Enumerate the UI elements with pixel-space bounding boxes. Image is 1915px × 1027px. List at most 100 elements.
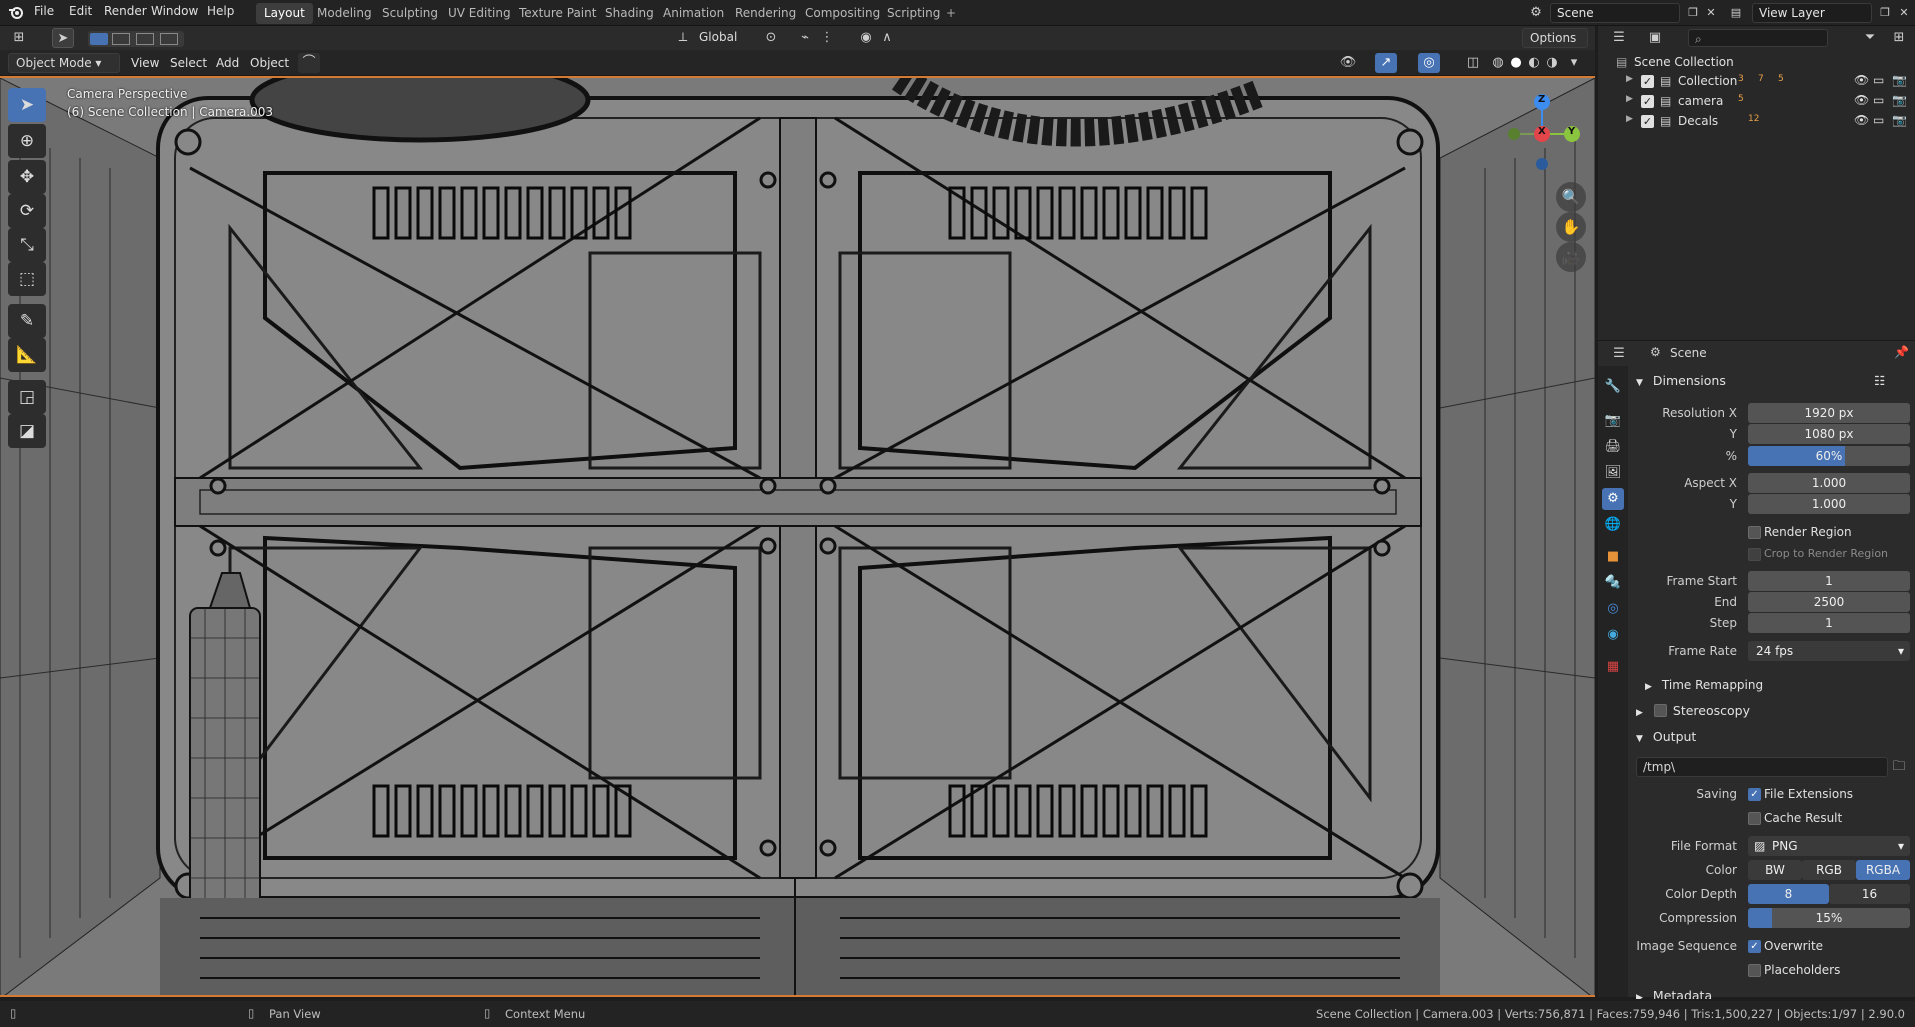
expand-icon[interactable]: ▶ bbox=[1626, 74, 1633, 84]
tab-uv-editing[interactable]: UV Editing bbox=[440, 3, 519, 24]
render-region-checkbox[interactable] bbox=[1748, 526, 1761, 539]
camera-view-icon[interactable]: 🎥 bbox=[1556, 242, 1586, 272]
frame-start-field[interactable]: 1 bbox=[1748, 571, 1910, 591]
menu-add[interactable]: Add bbox=[216, 56, 239, 70]
file-extensions-checkbox[interactable]: ✓ bbox=[1748, 788, 1761, 801]
camera-icon[interactable]: 📷 bbox=[1892, 113, 1907, 127]
outliner-search-input[interactable]: ⌕ bbox=[1688, 29, 1828, 47]
color-bw-button[interactable]: BW bbox=[1748, 860, 1802, 880]
gizmo-toggle-icon[interactable]: ↗ bbox=[1375, 53, 1397, 73]
resolution-y-field[interactable]: 1080 px bbox=[1748, 424, 1910, 444]
transform-orientation-icon[interactable]: ⟂ bbox=[672, 28, 694, 48]
tab-texture-paint[interactable]: Texture Paint bbox=[511, 3, 604, 24]
menu-render[interactable]: Render bbox=[104, 4, 147, 18]
monitor-icon[interactable]: ▭ bbox=[1873, 113, 1884, 127]
editor-type-icon[interactable]: ☰ bbox=[1608, 344, 1630, 364]
falloff-icon[interactable]: ∧ bbox=[876, 28, 898, 48]
world-tab-icon[interactable]: 🌐 bbox=[1602, 514, 1624, 536]
expand-icon[interactable]: ▶ bbox=[1626, 114, 1633, 124]
xray-icon[interactable]: ◫ bbox=[1462, 53, 1484, 73]
eye-icon[interactable]: 👁 bbox=[1854, 73, 1869, 87]
add-cube-icon[interactable]: ◲ bbox=[8, 380, 46, 414]
boolean-icon[interactable]: ◪ bbox=[8, 414, 46, 448]
eye-icon[interactable]: 👁 bbox=[1854, 93, 1869, 107]
pivot-point-icon[interactable]: ⊙ bbox=[760, 28, 782, 48]
overlays-icon[interactable]: ◎ bbox=[1418, 53, 1440, 73]
tab-layout[interactable]: Layout bbox=[256, 3, 313, 24]
view-layer-icon[interactable]: ▤ bbox=[1725, 3, 1747, 23]
close-icon[interactable]: ✕ bbox=[1893, 3, 1915, 23]
select-tool-icon[interactable]: ➤ bbox=[52, 28, 74, 48]
stereoscopy-checkbox[interactable] bbox=[1654, 704, 1667, 717]
invert-selection-icon[interactable] bbox=[160, 33, 178, 45]
pan-hand-icon[interactable]: ✋ bbox=[1556, 212, 1586, 242]
set-new-selection-icon[interactable] bbox=[90, 33, 108, 45]
menu-view[interactable]: View bbox=[131, 56, 159, 70]
zoom-icon[interactable]: 🔍 bbox=[1556, 182, 1586, 212]
close-icon[interactable]: ✕ bbox=[1700, 3, 1722, 23]
scene-field[interactable]: Scene bbox=[1550, 3, 1680, 23]
file-format-dropdown[interactable]: ▨ PNG ▾ bbox=[1748, 836, 1910, 856]
exclude-checkbox[interactable]: ✓ bbox=[1641, 75, 1654, 88]
camera-icon[interactable]: 📷 bbox=[1892, 93, 1907, 107]
tab-rendering[interactable]: Rendering bbox=[727, 3, 804, 24]
blender-logo-icon[interactable] bbox=[8, 4, 24, 20]
move-icon[interactable]: ✥ bbox=[8, 160, 46, 194]
rotate-icon[interactable]: ⟳ bbox=[8, 194, 46, 228]
gizmo-options-icon[interactable]: ⌒ bbox=[298, 53, 320, 73]
output-path-field[interactable]: /tmp\ bbox=[1636, 757, 1888, 777]
monitor-icon[interactable]: ▭ bbox=[1873, 93, 1884, 107]
navigation-gizmo[interactable]: Z X Y bbox=[1490, 88, 1586, 174]
color-rgb-button[interactable]: RGB bbox=[1802, 860, 1856, 880]
monitor-icon[interactable]: ▭ bbox=[1873, 73, 1884, 87]
new-collection-icon[interactable]: ⊞ bbox=[1888, 28, 1910, 48]
aspect-x-field[interactable]: 1.000 bbox=[1748, 473, 1910, 493]
frame-rate-dropdown[interactable]: 24 fps ▾ bbox=[1748, 641, 1910, 661]
output-section-header[interactable]: ▼ Output bbox=[1632, 726, 1915, 748]
resolution-x-field[interactable]: 1920 px bbox=[1748, 403, 1910, 423]
extend-selection-icon[interactable] bbox=[112, 33, 130, 45]
annotate-icon[interactable]: ✎ bbox=[8, 304, 46, 338]
selection-mode-buttons[interactable] bbox=[88, 31, 184, 47]
crop-region-checkbox[interactable] bbox=[1748, 548, 1761, 561]
cursor-icon[interactable]: ⊕ bbox=[8, 124, 46, 158]
menu-object[interactable]: Object bbox=[250, 56, 289, 70]
color-depth-16-button[interactable]: 16 bbox=[1829, 884, 1910, 904]
eye-icon[interactable]: 👁 bbox=[1854, 113, 1869, 127]
presets-icon[interactable]: ☷ bbox=[1874, 370, 1885, 392]
snap-target-icon[interactable]: ⋮ bbox=[816, 28, 838, 48]
display-mode-icon[interactable]: ▣ bbox=[1644, 28, 1666, 48]
transform-icon[interactable]: ⬚ bbox=[8, 262, 46, 296]
tab-compositing[interactable]: Compositing bbox=[797, 3, 888, 24]
frame-end-field[interactable]: 2500 bbox=[1748, 592, 1910, 612]
resolution-percent-slider[interactable]: 60% bbox=[1748, 446, 1910, 466]
overwrite-checkbox[interactable]: ✓ bbox=[1748, 940, 1761, 953]
scene-icon[interactable]: ⚙ bbox=[1525, 3, 1547, 23]
object-tab-icon[interactable]: ■ bbox=[1602, 546, 1624, 568]
folder-icon[interactable]: 🗀 bbox=[1888, 757, 1910, 777]
3d-viewport[interactable]: Camera Perspective (6) Scene Collection … bbox=[0, 76, 1595, 997]
add-workspace-button[interactable]: + bbox=[938, 3, 964, 24]
subtract-selection-icon[interactable] bbox=[136, 33, 154, 45]
color-rgba-button[interactable]: RGBA bbox=[1856, 860, 1910, 880]
tab-sculpting[interactable]: Sculpting bbox=[374, 3, 446, 24]
aspect-y-field[interactable]: 1.000 bbox=[1748, 494, 1910, 514]
menu-file[interactable]: File bbox=[34, 4, 54, 18]
shading-options-icon[interactable]: ▾ bbox=[1563, 53, 1585, 73]
snap-icon[interactable]: ⌁ bbox=[794, 28, 816, 48]
metadata-section-header[interactable]: ▶ Metadata bbox=[1632, 989, 1915, 999]
tab-modeling[interactable]: Modeling bbox=[309, 3, 380, 24]
measure-icon[interactable]: 📐 bbox=[8, 338, 46, 372]
compression-slider[interactable]: 15% bbox=[1748, 908, 1910, 928]
pin-icon[interactable]: 📌 bbox=[1894, 345, 1909, 359]
cache-result-checkbox[interactable] bbox=[1748, 812, 1761, 825]
tab-animation[interactable]: Animation bbox=[655, 3, 732, 24]
select-box-icon[interactable]: ➤ bbox=[8, 88, 46, 122]
view-layer-field[interactable]: View Layer bbox=[1752, 3, 1872, 23]
mode-dropdown[interactable]: Object Mode ▾ bbox=[8, 53, 120, 73]
stereoscopy-section-header[interactable]: ▶ Stereoscopy bbox=[1632, 700, 1915, 722]
editor-type-icon[interactable]: ⊞ bbox=[8, 28, 30, 48]
menu-edit[interactable]: Edit bbox=[69, 4, 92, 18]
texture-tab-icon[interactable]: ▦ bbox=[1602, 656, 1624, 678]
time-remapping-subpanel[interactable]: ▶ Time Remapping bbox=[1645, 674, 1915, 696]
